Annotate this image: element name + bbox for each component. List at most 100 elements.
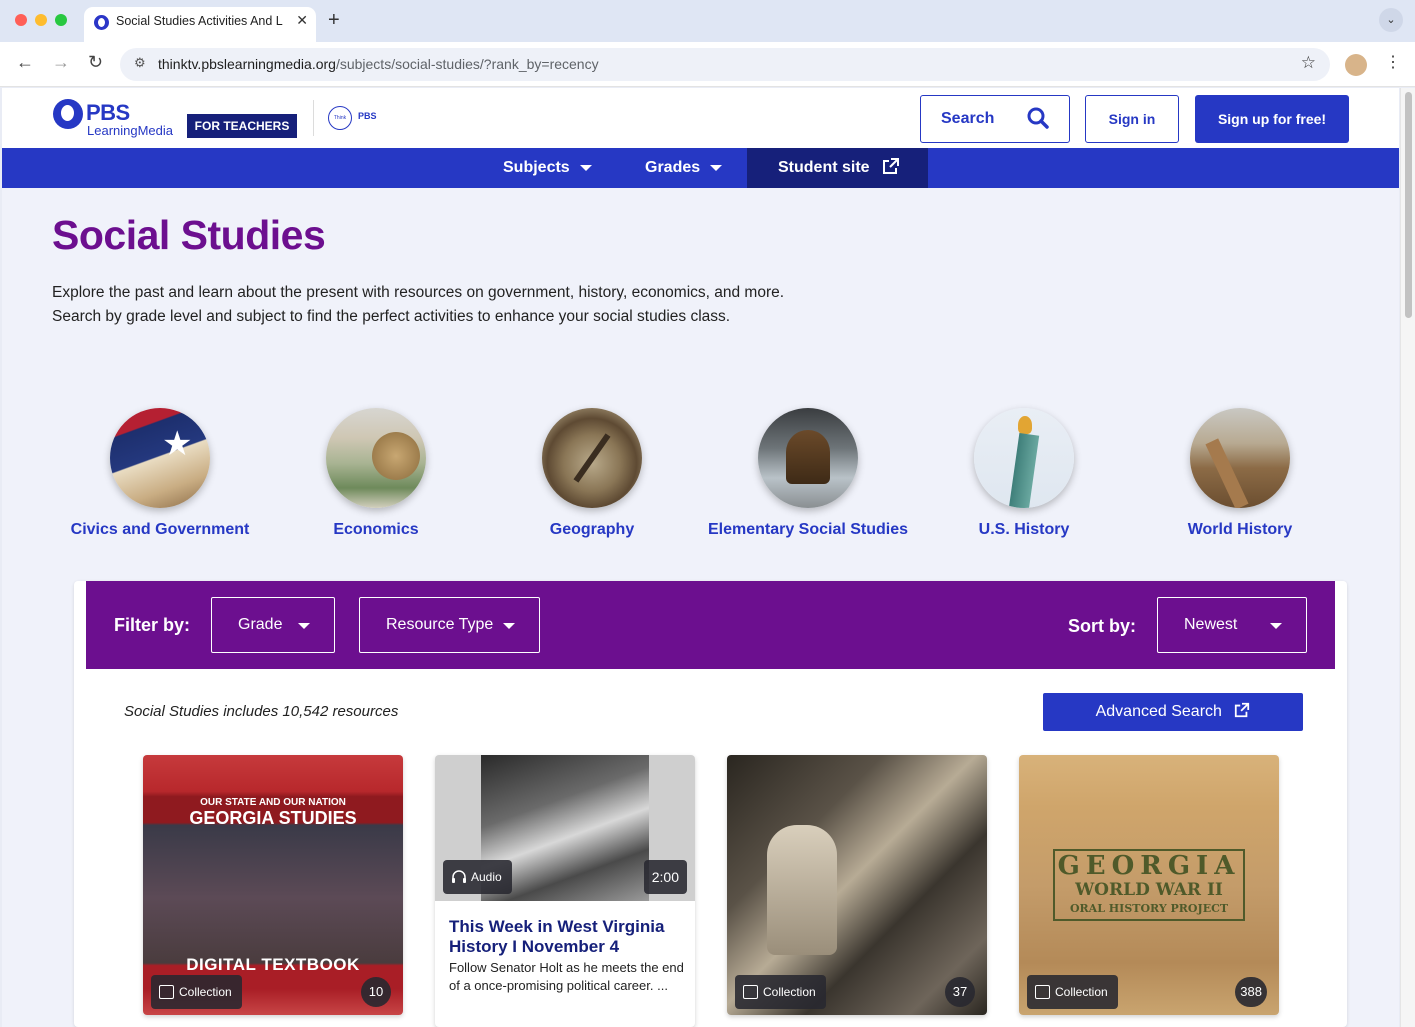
geography-compass-image [542, 408, 642, 508]
bookmark-star-icon[interactable]: ☆ [1301, 53, 1316, 73]
address-bar[interactable]: ⚙ thinktv.pbslearningmedia.org/subjects/… [120, 48, 1330, 81]
card-image-line-1: GEORGIA [1057, 851, 1241, 881]
new-tab-icon[interactable]: + [328, 9, 340, 32]
caret-down-icon [579, 164, 592, 171]
sign-in-button[interactable]: Sign in [1085, 95, 1179, 143]
sort-dropdown-label: Newest [1184, 616, 1238, 633]
collection-icon [1035, 985, 1050, 999]
search-button[interactable]: Search [920, 95, 1070, 143]
profile-avatar[interactable] [1345, 54, 1367, 76]
resources-panel: Filter by: Grade Resource Type Sort by: … [74, 581, 1347, 1027]
card-image-line-2: GEORGIA STUDIES [189, 808, 357, 828]
sort-by-label: Sort by: [1068, 616, 1137, 636]
item-count-badge: 37 [945, 977, 975, 1007]
duration-badge: 2:00 [643, 860, 687, 894]
item-count-badge: 388 [1235, 977, 1267, 1007]
caret-down-icon [710, 164, 723, 171]
topic-label: Geography [549, 521, 635, 538]
collection-badge: Collection [735, 975, 826, 1009]
caret-down-icon [503, 623, 515, 629]
topic-label: Civics and Government [70, 521, 250, 538]
grade-dropdown[interactable]: Grade [211, 597, 335, 653]
advanced-search-button[interactable]: Advanced Search [1043, 693, 1303, 731]
topic-label: U.S. History [978, 521, 1070, 538]
intro-line-1: Explore the past and learn about the pre… [52, 284, 785, 301]
tab-search-chevron-icon[interactable]: ⌄ [1379, 8, 1403, 32]
topic-label: World History [1187, 521, 1293, 538]
collection-badge: Collection [151, 975, 242, 1009]
browser-toolbar: ← → ↻ ⚙ thinktv.pbslearningmedia.org/sub… [0, 42, 1415, 87]
badge-type-label: Audio [471, 870, 502, 884]
collection-badge: Collection [1027, 975, 1118, 1009]
page-scrollbar[interactable] [1400, 88, 1415, 1027]
card-image-line-3: DIGITAL TEXTBOOK [186, 955, 360, 974]
topic-us-history[interactable]: U.S. History [909, 408, 1139, 539]
badge-type-label: Collection [763, 985, 816, 999]
header-divider [313, 100, 314, 136]
nav-grades[interactable]: Grades [645, 148, 723, 188]
url-path: /subjects/social-studies/?rank_by=recenc… [335, 56, 599, 72]
collection-icon [159, 985, 174, 999]
topic-world-history[interactable]: World History [1125, 408, 1355, 539]
filter-by-label: Filter by: [114, 615, 191, 635]
liberty-bell-image [758, 408, 858, 508]
site-settings-icon[interactable]: ⚙ [134, 55, 146, 71]
topic-civics[interactable]: ★ Civics and Government [45, 408, 275, 539]
forward-arrow-icon[interactable]: → [52, 52, 70, 73]
great-wall-image [1190, 408, 1290, 508]
card-title[interactable]: This Week in West Virginia History I Nov… [449, 917, 685, 957]
logo-learningmedia-text[interactable]: LearningMedia [87, 123, 173, 138]
card-image-line-2: WORLD WAR II [1075, 880, 1223, 900]
nav-grades-label: Grades [645, 159, 701, 176]
intro-line-2: Search by grade level and subject to fin… [52, 308, 731, 325]
page-intro: Explore the past and learn about the pre… [52, 281, 784, 329]
caret-down-icon [1270, 623, 1282, 629]
search-label: Search [941, 110, 995, 127]
nav-subjects-label: Subjects [503, 159, 570, 176]
advanced-search-label: Advanced Search [1095, 703, 1222, 720]
topic-economics[interactable]: Economics [261, 408, 491, 539]
nav-student-site-label: Student site [778, 159, 870, 176]
reload-icon[interactable]: ↻ [88, 52, 103, 73]
resource-card-georgia-studies[interactable]: OUR STATE AND OUR NATION GEORGIA STUDIES… [143, 755, 403, 1015]
badge-type-label: Collection [1055, 985, 1108, 999]
civics-flag-image: ★ [110, 408, 210, 508]
station-pbs-logo[interactable]: PBS [358, 111, 377, 121]
resource-type-dropdown[interactable]: Resource Type [359, 597, 540, 653]
resource-card-west-virginia-history[interactable]: Audio 2:00 This Week in West Virginia Hi… [435, 755, 695, 1027]
sign-up-button[interactable]: Sign up for free! [1195, 95, 1349, 143]
nav-subjects[interactable]: Subjects [503, 148, 592, 188]
resource-card-industrial-worker[interactable]: Collection 37 [727, 755, 987, 1015]
resource-card-georgia-wwii[interactable]: GEORGIA WORLD WAR II ORAL HISTORY PROJEC… [1019, 755, 1279, 1015]
card-image-line-1: OUR STATE AND OUR NATION [200, 797, 346, 808]
close-window-button[interactable] [15, 14, 27, 26]
main-nav: Subjects Grades Student site [2, 148, 1399, 188]
site-header: PBS LearningMedia FOR TEACHERS Think PBS… [2, 88, 1399, 148]
think-station-logo[interactable]: Think [328, 106, 352, 130]
url-text[interactable]: thinktv.pbslearningmedia.org/subjects/so… [158, 56, 599, 72]
external-link-icon [1235, 702, 1250, 718]
close-tab-icon[interactable]: ✕ [296, 12, 308, 29]
pbs-favicon-icon [94, 15, 109, 30]
item-count-badge: 10 [361, 977, 391, 1007]
sort-dropdown[interactable]: Newest [1157, 597, 1307, 653]
tab-title: Social Studies Activities And L [116, 14, 283, 28]
web-page: PBS LearningMedia FOR TEACHERS Think PBS… [2, 88, 1399, 1027]
topic-elementary-social-studies[interactable]: Elementary Social Studies [693, 408, 923, 539]
card-image-line-3: ORAL HISTORY PROJECT [1069, 902, 1229, 915]
back-arrow-icon[interactable]: ← [16, 52, 34, 73]
economics-money-image [326, 408, 426, 508]
badge-type-label: Collection [179, 985, 232, 999]
browser-tab[interactable]: Social Studies Activities And L ✕ [84, 7, 316, 42]
topic-label: Economics [333, 521, 419, 538]
headphones-icon [452, 870, 466, 883]
pbs-logo-icon[interactable] [53, 99, 83, 129]
browser-menu-icon[interactable]: ⋮ [1385, 52, 1401, 72]
topic-geography[interactable]: Geography [477, 408, 707, 539]
nav-student-site[interactable]: Student site [747, 148, 928, 188]
caret-down-icon [298, 623, 310, 629]
maximize-window-button[interactable] [55, 14, 67, 26]
resource-type-dropdown-label: Resource Type [386, 616, 494, 633]
scrollbar-thumb[interactable] [1405, 92, 1412, 318]
minimize-window-button[interactable] [35, 14, 47, 26]
